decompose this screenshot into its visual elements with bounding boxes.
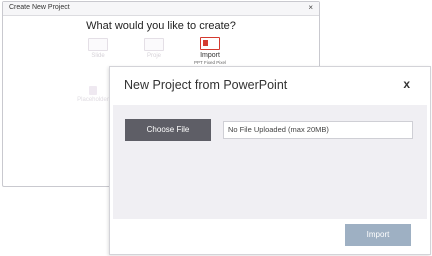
choose-file-button[interactable]: Choose File <box>125 119 211 141</box>
option-slide[interactable]: Slide <box>76 38 120 59</box>
dialog-heading: What would you like to create? <box>86 20 236 32</box>
powerpoint-import-icon <box>200 37 220 50</box>
modal-header: New Project from PowerPoint x <box>110 67 430 105</box>
option-import-label: Import <box>200 52 220 59</box>
slide-icon <box>88 38 108 51</box>
dialog-title: Create New Project <box>9 4 70 11</box>
project-icon <box>144 38 164 51</box>
option-project-label: Proje <box>146 53 161 59</box>
option-import[interactable]: Import PPT Fixed Pixel <box>188 37 232 65</box>
modal-body: Choose File No File Uploaded (max 20MB) <box>113 105 427 219</box>
placeholder-icon <box>89 86 97 95</box>
modal-footer: Import <box>110 219 430 254</box>
dialog-titlebar: Create New Project × <box>3 2 319 16</box>
option-slide-label: Slide <box>91 53 105 59</box>
option-import-sublabel: PPT Fixed Pixel <box>194 60 226 65</box>
option-project[interactable]: Proje <box>132 38 176 59</box>
import-button[interactable]: Import <box>345 224 411 246</box>
file-name-field: No File Uploaded (max 20MB) <box>223 121 413 139</box>
new-project-from-powerpoint-modal: New Project from PowerPoint x Choose Fil… <box>109 66 431 255</box>
dialog-close-icon[interactable]: × <box>308 3 313 12</box>
close-icon[interactable]: x <box>403 77 410 91</box>
modal-title: New Project from PowerPoint <box>124 78 288 92</box>
